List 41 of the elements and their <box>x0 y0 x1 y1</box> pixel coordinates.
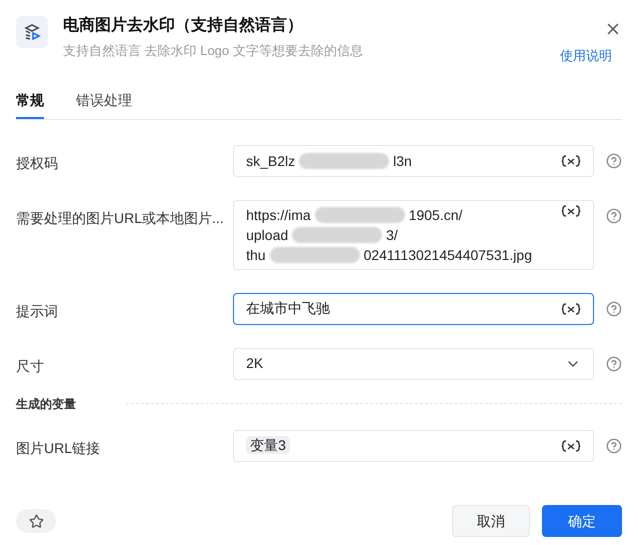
help-icon[interactable] <box>606 300 622 316</box>
field-label: 提示词 <box>16 302 59 320</box>
size-select[interactable]: 2K <box>233 348 594 380</box>
field-text: thu <box>246 246 266 264</box>
field-label: 需要处理的图片URL或本地图片... <box>16 208 225 228</box>
field-text: upload <box>246 226 288 244</box>
field-text: https://ima <box>246 206 311 224</box>
variable-icon[interactable] <box>561 302 582 314</box>
help-icon[interactable] <box>606 438 622 454</box>
favorite-button[interactable] <box>16 509 56 533</box>
tab[interactable]: 常规 <box>16 90 44 118</box>
field-text: sk_B2lz <box>246 152 296 170</box>
field-text: l3n <box>393 152 412 170</box>
field-label: 尺寸 <box>16 356 45 376</box>
field-text: 在城市中飞驰 <box>246 299 332 318</box>
app-logo-icon <box>16 16 48 48</box>
section-title: 生成的变量 <box>16 396 77 412</box>
select-value: 2K <box>246 354 264 373</box>
field-label: 图片URL链接 <box>16 438 102 458</box>
input-field[interactable]: sk_B2lz l3n <box>233 144 594 176</box>
star-icon <box>28 514 44 528</box>
help-icon[interactable] <box>606 208 622 224</box>
confirm-button[interactable]: 确定 <box>542 505 622 537</box>
variable-icon[interactable] <box>561 204 582 216</box>
input-field[interactable]: 变量3 <box>233 430 594 462</box>
input-field[interactable]: https://ima 1905.cn/ upload 3/ thu 0241113021454407531.jpg <box>233 200 594 270</box>
dialog-title: 电商图片去水印（支持自然语言） <box>63 16 304 36</box>
variable-icon[interactable] <box>561 440 582 452</box>
tab[interactable]: 错误处理 <box>76 90 132 118</box>
help-icon[interactable] <box>606 152 622 168</box>
help-icon[interactable] <box>606 356 622 372</box>
field-text: 1905.cn/ <box>408 206 462 224</box>
field-label: 授权码 <box>16 154 59 172</box>
dialog-subtitle: 支持自然语言 去除水印 Logo 文字等想要去除的信息 <box>63 42 364 60</box>
cancel-button[interactable]: 取消 <box>452 505 530 537</box>
variable-tag: 变量3 <box>246 436 290 454</box>
variable-icon[interactable] <box>561 154 582 166</box>
field-text: 0241113021454407531.jpg <box>364 246 532 264</box>
field-text: 3/ <box>386 226 398 244</box>
help-link[interactable]: 使用说明 <box>560 46 612 66</box>
input-field[interactable]: 在城市中飞驰 <box>233 292 594 324</box>
